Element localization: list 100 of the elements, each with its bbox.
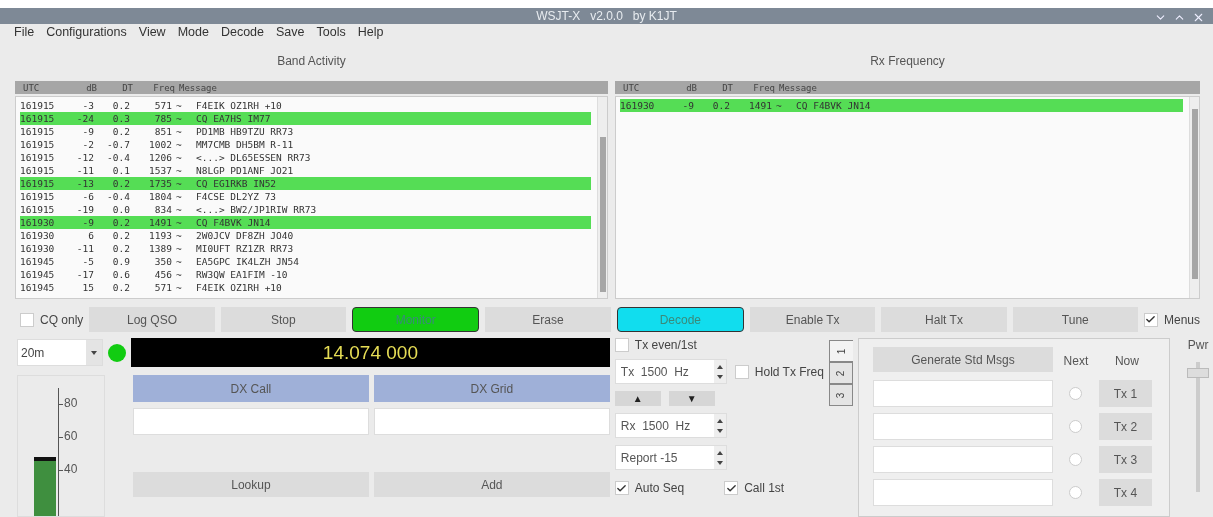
shift-button[interactable]: ▼: [668, 391, 715, 406]
tab[interactable]: 1: [828, 340, 853, 362]
menu-item[interactable]: File: [14, 25, 35, 40]
radio-button[interactable]: [1069, 453, 1083, 466]
spin-box[interactable]: Report -15: [614, 445, 727, 470]
decode-row[interactable]: 161945 -17 0.6 456 ~ RW3QW EA1FIM -10: [20, 268, 591, 281]
check-icon[interactable]: [725, 482, 737, 494]
shift-button[interactable]: ▲: [614, 391, 661, 406]
message-field[interactable]: [872, 446, 1053, 473]
add-button[interactable]: Add: [373, 472, 610, 497]
decode-row[interactable]: 161915 -19 0.0 834 ~ <...> BW2/JP1RIW RR73: [20, 203, 591, 216]
toolbar-button[interactable]: Tune: [1012, 307, 1138, 332]
decode-row[interactable]: 161915 -6 -0.4 1804 ~ F4CSE DL2YZ 73: [20, 190, 591, 203]
caret-icon[interactable]: [91, 350, 97, 355]
decode-row[interactable]: 161915 -3 0.2 571 ~ F4EIK OZ1RH +10: [20, 99, 591, 112]
column-header: UTC: [23, 82, 41, 93]
generate-button[interactable]: Generate Std Msgs: [872, 347, 1053, 372]
tx-button[interactable]: Tx 3: [1098, 446, 1152, 473]
toolbar-button[interactable]: Halt Tx: [881, 307, 1007, 332]
table-cell-text: 0.2: [111, 217, 131, 228]
menu-item[interactable]: Tools: [316, 25, 346, 40]
menu-item[interactable]: Mode: [177, 25, 209, 40]
column-header: Message: [779, 82, 818, 93]
menu-item[interactable]: Configurations: [46, 25, 127, 40]
table-cell-text: 1002: [148, 139, 173, 150]
tab[interactable]: 2: [828, 362, 853, 384]
table-cell-text: 785: [153, 113, 173, 124]
checkbox[interactable]: CQ only: [20, 312, 84, 327]
table-cell-text: -0.7: [106, 139, 131, 150]
close-icon[interactable]: [1192, 11, 1205, 24]
decode-row[interactable]: 161930 6 0.2 1193 ~ 2W0JCV DF8ZH JO40: [20, 229, 591, 242]
spin-box[interactable]: Tx 1500 Hz: [614, 359, 727, 384]
checkbox[interactable]: Auto Seq: [614, 481, 685, 495]
scrollbar[interactable]: [1189, 97, 1199, 298]
decode-row[interactable]: 161915 -11 0.1 1537 ~ N8LGP PD1ANF JO21: [20, 164, 591, 177]
radio-button[interactable]: [1069, 420, 1083, 433]
checkbox[interactable]: Hold Tx Freq: [734, 364, 824, 379]
radio-button[interactable]: [1069, 486, 1083, 499]
toolbar-button[interactable]: Log QSO: [89, 307, 215, 332]
message-field[interactable]: [872, 380, 1053, 407]
menu-item[interactable]: Decode: [220, 25, 264, 40]
table-cell-text: CQ EA7HS IM77: [196, 113, 272, 124]
checkbox[interactable]: Call 1st: [724, 481, 785, 495]
power-slider[interactable]: [1187, 362, 1210, 492]
table-cell-text: 851: [153, 126, 173, 137]
table-cell-text: EA5GPC IK4LZH JN54: [196, 256, 300, 267]
tab[interactable]: 3: [828, 384, 853, 406]
scrollbar[interactable]: [597, 97, 607, 298]
table-cell-text: RW3QW EA1FIM -10: [196, 269, 289, 280]
menu-item[interactable]: Save: [276, 25, 305, 40]
toolbar-button[interactable]: Stop: [220, 307, 346, 332]
menu-item[interactable]: Help: [357, 25, 384, 40]
table-cell-text: -5: [81, 256, 95, 267]
message-field[interactable]: [872, 413, 1053, 440]
toolbar-button[interactable]: Enable Tx: [750, 307, 876, 332]
toolbar-button[interactable]: Erase: [485, 307, 611, 332]
dx-grid-field[interactable]: [373, 408, 610, 435]
dx-call-label: DX Call: [133, 375, 369, 402]
checkbox[interactable]: Tx even/1st: [614, 338, 824, 352]
column-label: Now: [1114, 353, 1139, 368]
slider-thumb[interactable]: [1187, 368, 1210, 378]
tx-button[interactable]: Tx 4: [1098, 479, 1152, 506]
table-cell-text: -0.4: [106, 191, 131, 202]
decode-row[interactable]: 161915 -13 0.2 1735 ~ CQ EG1RKB IN52: [20, 177, 591, 190]
table-cell-text: 1804: [148, 191, 173, 202]
column-header: DT: [121, 82, 134, 93]
decode-row[interactable]: 161915 -24 0.3 785 ~ CQ EA7HS IM77: [20, 112, 591, 125]
table-cell-text: 0.2: [111, 100, 131, 111]
decode-row[interactable]: 161930 -11 0.2 1389 ~ MI0UFT RZ1ZR RR73: [20, 242, 591, 255]
check-icon[interactable]: [1145, 314, 1157, 325]
spin-arrows-icon[interactable]: [716, 417, 723, 434]
dx-call-field[interactable]: [133, 408, 369, 435]
column-header: Message: [179, 82, 218, 93]
table-cell-text: ~: [176, 256, 183, 267]
table-cell-text: 0.2: [111, 178, 131, 189]
spin-arrows-icon[interactable]: [716, 449, 723, 466]
table-cell-text: 350: [153, 256, 173, 267]
table-cell-text: -0.4: [106, 152, 131, 163]
status-dot: [108, 343, 126, 362]
check-icon[interactable]: [616, 482, 628, 494]
message-field[interactable]: [872, 479, 1053, 506]
column-label: Next: [1063, 353, 1089, 368]
tx-button[interactable]: Tx 2: [1098, 413, 1152, 440]
decode-row[interactable]: 161945 -5 0.9 350 ~ EA5GPC IK4LZH JN54: [20, 255, 591, 268]
spin-box[interactable]: Rx 1500 Hz: [614, 413, 727, 438]
radio-button[interactable]: [1069, 387, 1083, 400]
band-select[interactable]: 20m: [17, 339, 103, 366]
spin-arrows-icon[interactable]: [716, 363, 723, 380]
tx-button[interactable]: Tx 1: [1098, 380, 1152, 407]
decode-row[interactable]: 161915 -12 -0.4 1206 ~ <...> DL65ESSEN RR73: [20, 151, 591, 164]
lookup-button[interactable]: Lookup: [133, 472, 369, 497]
decode-row[interactable]: 161930 -9 0.2 1491 ~ CQ F4BVK JN14: [20, 216, 591, 229]
checkbox[interactable]: Menus: [1144, 312, 1200, 327]
menu-item[interactable]: View: [138, 25, 166, 40]
decode-row[interactable]: 161930 -9 0.2 1491 ~ CQ F4BVK JN14: [620, 99, 1183, 112]
decode-row[interactable]: 161915 -9 0.2 851 ~ PD1MB HB9TZU RR73: [20, 125, 591, 138]
decode-row[interactable]: 161945 15 0.2 571 ~ F4EIK OZ1RH +10: [20, 281, 591, 294]
table-cell-text: 15: [81, 282, 95, 293]
decode-row[interactable]: 161915 -2 -0.7 1002 ~ MM7CMB DH5BM R-11: [20, 138, 591, 151]
table-cell-text: -9: [81, 126, 95, 137]
